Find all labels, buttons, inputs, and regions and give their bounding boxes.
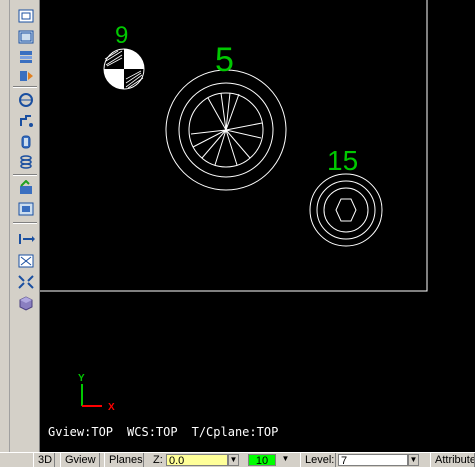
status-bar: 3D Gview Planes Z: 0.0 ▼ 10 ▼ Level: 7 ▼…	[0, 452, 475, 467]
toolbar-separator	[13, 174, 37, 176]
edit-icon[interactable]	[15, 178, 37, 198]
coil-icon[interactable]	[15, 152, 37, 172]
graphics-viewport[interactable]: 9 5 15 Y X Gview:TOP WCS:TOP T/Cplane:TO…	[40, 0, 475, 452]
tools-icon[interactable]	[15, 66, 37, 86]
solid-icon[interactable]	[15, 293, 37, 313]
z-value-field[interactable]: 0.0	[166, 454, 228, 467]
zoom-icon[interactable]	[15, 272, 37, 292]
level-field[interactable]: 7	[338, 454, 408, 467]
level-dropdown-icon[interactable]: ▼	[408, 454, 419, 466]
plane-icon[interactable]	[15, 199, 37, 219]
tool-15-symbol[interactable]	[309, 173, 383, 247]
transform-icon[interactable]	[15, 229, 37, 249]
wcs-status: WCS:TOP	[127, 425, 178, 439]
color-field[interactable]: 10	[248, 454, 276, 467]
axis-triad: Y X	[78, 373, 115, 413]
cplane-status: T/Cplane:TOP	[191, 425, 279, 439]
left-toolbar	[0, 0, 40, 452]
3d-button[interactable]: 3D	[33, 453, 55, 467]
tool-label-15: 15	[327, 145, 358, 176]
arc-icon[interactable]	[15, 90, 37, 110]
view-status: Gview:TOP WCS:TOP T/Cplane:TOP	[48, 425, 292, 439]
attributes-button[interactable]: Attribute	[430, 453, 475, 467]
chain-icon[interactable]	[15, 111, 37, 131]
tool-9-symbol[interactable]	[103, 48, 145, 90]
tool-5-symbol[interactable]	[165, 69, 287, 191]
frame-icon[interactable]	[15, 27, 37, 47]
gview-button[interactable]: Gview	[60, 453, 100, 467]
z-label: Z:	[153, 454, 163, 466]
x-axis-label: X	[108, 402, 115, 413]
layers-icon[interactable]	[15, 47, 37, 67]
drawing-canvas[interactable]: 9 5 15 Y X	[40, 0, 475, 452]
gview-status: Gview:TOP	[48, 425, 114, 439]
toolbar-grip[interactable]	[0, 0, 10, 452]
z-dropdown-icon[interactable]: ▼	[228, 454, 239, 466]
view-icon[interactable]	[15, 6, 37, 26]
fit-icon[interactable]	[15, 251, 37, 271]
tool-label-9: 9	[115, 22, 128, 49]
cylinder-icon[interactable]	[15, 132, 37, 152]
color-dropdown-icon[interactable]: ▼	[280, 454, 291, 466]
tool-label-5: 5	[215, 41, 234, 79]
y-axis-label: Y	[78, 373, 85, 384]
level-button[interactable]: Level:	[300, 453, 336, 467]
planes-button[interactable]: Planes	[104, 453, 144, 467]
toolbar-separator	[13, 222, 37, 224]
toolbar-separator	[13, 86, 37, 88]
